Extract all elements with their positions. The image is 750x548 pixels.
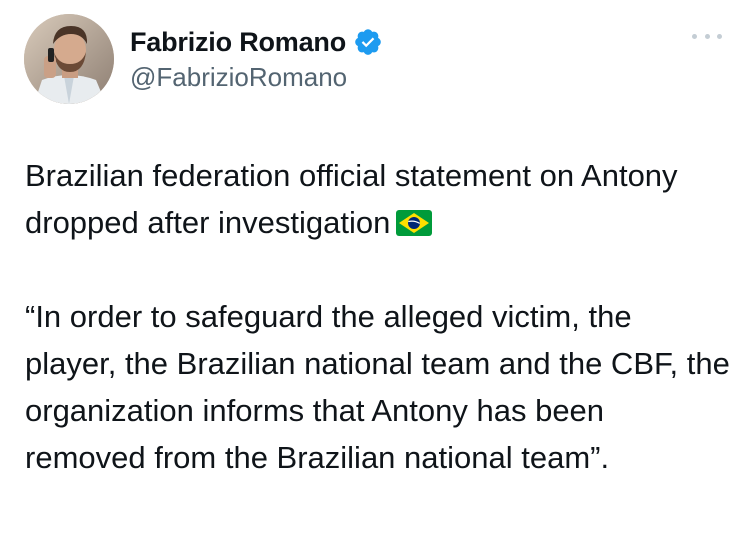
- tweet-paragraph-1-text: Brazilian federation official statement …: [25, 158, 678, 240]
- tweet-paragraph-1: Brazilian federation official statement …: [25, 152, 730, 246]
- profile-photo-icon: [24, 14, 114, 104]
- author-handle[interactable]: @FabrizioRomano: [130, 62, 383, 93]
- tweet-paragraph-2: “In order to safeguard the alleged victi…: [25, 299, 730, 475]
- more-options-icon[interactable]: [692, 26, 722, 46]
- tweet-text: Brazilian federation official statement …: [25, 152, 730, 481]
- brazil-flag-icon: [396, 202, 433, 236]
- dot-icon: [704, 33, 710, 39]
- name-row: Fabrizio Romano: [130, 24, 383, 60]
- dot-icon: [717, 33, 722, 39]
- verified-badge-icon[interactable]: [353, 27, 383, 57]
- tweet-card: Fabrizio Romano @FabrizioRomano Brazilia…: [0, 0, 750, 548]
- tweet-header: Fabrizio Romano @FabrizioRomano: [130, 24, 383, 93]
- dot-icon: [692, 33, 697, 39]
- author-display-name[interactable]: Fabrizio Romano: [130, 27, 346, 58]
- author-avatar[interactable]: [24, 14, 114, 104]
